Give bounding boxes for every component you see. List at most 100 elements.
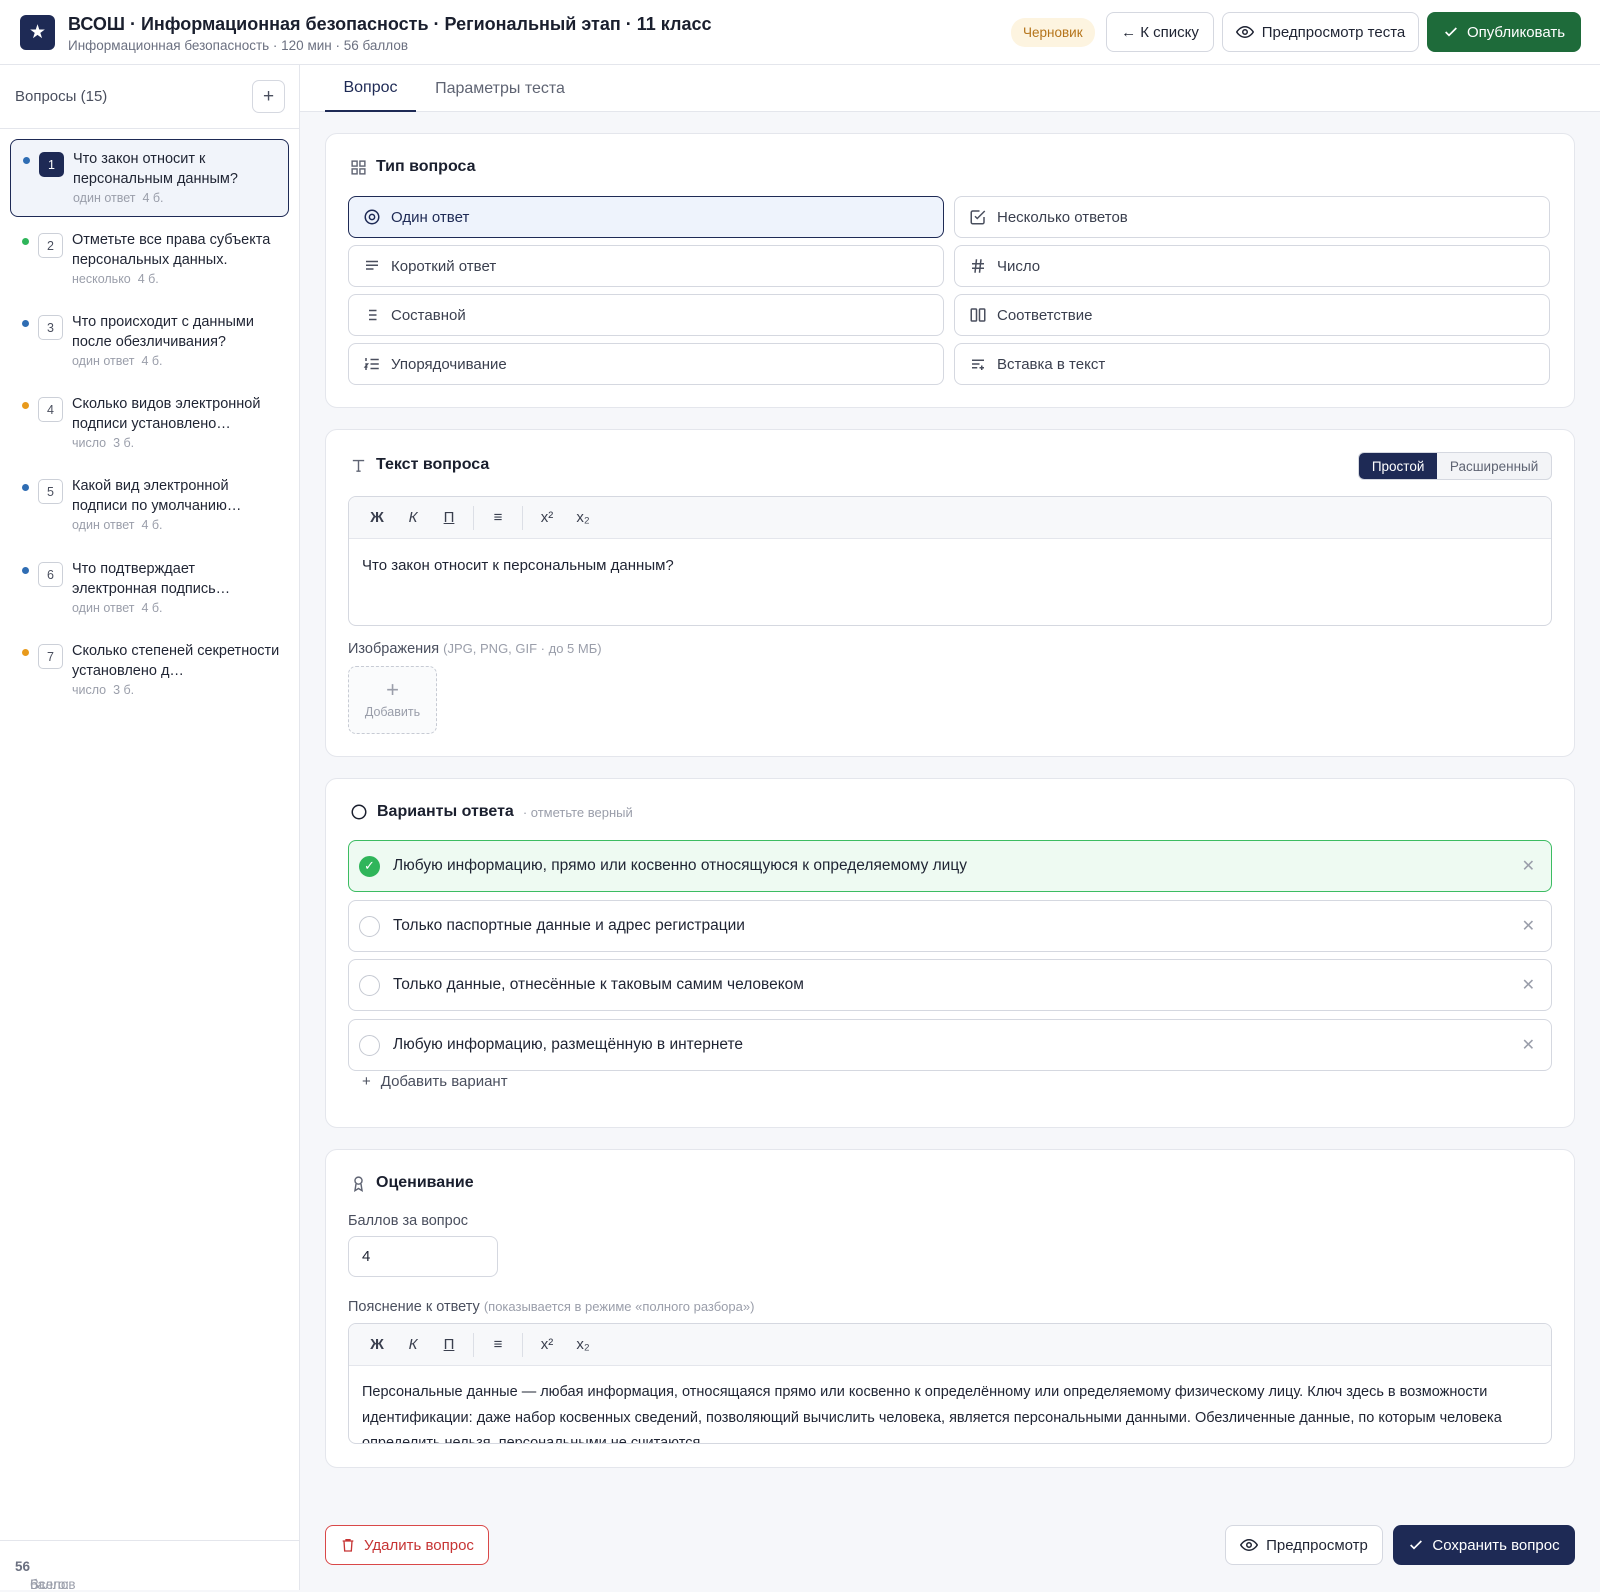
- question-title: Сколько видов электронной подписи устано…: [72, 396, 261, 432]
- question-meta: один ответ 4 б.: [72, 518, 163, 532]
- type-dot: [22, 402, 29, 409]
- superscript-button[interactable]: x²: [529, 1330, 565, 1360]
- eye-icon: [1240, 1538, 1259, 1552]
- subscript-button[interactable]: x₂: [565, 1330, 601, 1360]
- points-input[interactable]: [348, 1236, 498, 1277]
- editor-toolbar: Ж К П ≡ x² x₂: [349, 1324, 1551, 1366]
- question-number: 4: [38, 397, 63, 422]
- tab-question[interactable]: Вопрос: [325, 65, 416, 112]
- add-image-button[interactable]: + Добавить: [348, 666, 437, 734]
- publish-button[interactable]: Опубликовать: [1427, 12, 1581, 52]
- question-list-item[interactable]: 2 Отметьте все права субъекта персональн…: [10, 221, 289, 299]
- superscript-button[interactable]: x²: [529, 503, 565, 533]
- remove-answer-icon[interactable]: ✕: [1522, 916, 1535, 936]
- type-option-compound[interactable]: Составной: [348, 294, 944, 336]
- question-meta: число 3 б.: [72, 436, 135, 450]
- remove-answer-icon[interactable]: ✕: [1522, 1035, 1535, 1055]
- list-button[interactable]: ≡: [480, 1330, 516, 1360]
- delete-label: Удалить вопрос: [364, 1536, 474, 1554]
- answers-heading: Варианты ответа · отметьте верный: [350, 803, 633, 821]
- correct-check-icon[interactable]: ✓: [359, 855, 380, 877]
- type-option-insert[interactable]: Вставка в текст: [954, 343, 1550, 385]
- plus-icon: +: [262, 85, 275, 107]
- toolbar-divider: [473, 505, 474, 530]
- plus-icon: +: [362, 1073, 371, 1090]
- answer-text[interactable]: Любую информацию, прямо или косвенно отн…: [393, 857, 967, 875]
- bold-button[interactable]: Ж: [359, 1330, 395, 1360]
- question-meta: несколько 4 б.: [72, 272, 159, 286]
- award-icon: [354, 1175, 363, 1192]
- question-number: 7: [38, 644, 63, 669]
- list-icon: [369, 309, 377, 321]
- bold-button[interactable]: Ж: [359, 503, 395, 533]
- question-list-item[interactable]: 3 Что происходит с данными после обезлич…: [10, 303, 289, 381]
- star-logo-icon: ★: [20, 15, 55, 50]
- question-meta: один ответ 4 б.: [72, 354, 163, 368]
- answer-radio[interactable]: [359, 974, 380, 996]
- save-label: Сохранить вопрос: [1432, 1536, 1560, 1554]
- mode-advanced-button[interactable]: Расширенный: [1437, 453, 1551, 479]
- question-number: 6: [38, 562, 63, 587]
- question-list-item[interactable]: 7 Сколько степеней секретности установле…: [10, 632, 289, 710]
- question-text-card: Текст вопроса Простой Расширенный Ж К П …: [325, 429, 1575, 757]
- italic-button[interactable]: К: [395, 1330, 431, 1360]
- publish-label: Опубликовать: [1466, 23, 1566, 41]
- type-option-number[interactable]: Число: [954, 245, 1550, 287]
- subscript-button[interactable]: x₂: [565, 503, 601, 533]
- answer-option[interactable]: ✓ Любую информацию, прямо или косвенно о…: [348, 840, 1552, 892]
- mode-simple-button[interactable]: Простой: [1359, 453, 1438, 479]
- list-button[interactable]: ≡: [480, 503, 516, 533]
- add-answer-label: Добавить вариант: [380, 1073, 508, 1090]
- grading-card: Оценивание Баллов за вопрос Пояснение к …: [325, 1149, 1575, 1468]
- hash-icon: [972, 259, 984, 273]
- answer-option[interactable]: Любую информацию, размещённую в интернет…: [348, 1019, 1552, 1071]
- delete-question-button[interactable]: Удалить вопрос: [325, 1525, 489, 1565]
- checkbox-icon: [970, 210, 986, 225]
- underline-button[interactable]: П: [431, 503, 467, 533]
- explanation-editor: Ж К П ≡ x² x₂ Персональные данные — люба…: [348, 1323, 1552, 1444]
- save-question-button[interactable]: Сохранить вопрос: [1393, 1525, 1575, 1565]
- answer-radio[interactable]: [359, 1034, 380, 1056]
- editor-toolbar: Ж К П ≡ x² x₂: [349, 497, 1551, 539]
- type-option-single[interactable]: Один ответ: [348, 196, 944, 238]
- insert-text-icon: [972, 359, 984, 370]
- add-image-label: Добавить: [364, 705, 421, 719]
- remove-answer-icon[interactable]: ✕: [1522, 975, 1535, 995]
- answer-radio[interactable]: [359, 915, 380, 937]
- question-list-item[interactable]: 1 Что закон относит к персональным данны…: [10, 139, 289, 217]
- answer-option[interactable]: Только паспортные данные и адрес регистр…: [348, 900, 1552, 952]
- question-text-input[interactable]: Что закон относит к персональным данным?: [349, 539, 1551, 593]
- type-option-matching[interactable]: Соответствие: [954, 294, 1550, 336]
- radio-target-icon: [364, 209, 380, 225]
- preview-test-button[interactable]: Предпросмотр теста: [1222, 12, 1419, 52]
- preview-button[interactable]: Предпросмотр: [1225, 1525, 1383, 1565]
- question-list-item[interactable]: 6 Что подтверждает электронная подпись… …: [10, 550, 289, 628]
- answer-option[interactable]: Только данные, отнесённые к таковым сами…: [348, 959, 1552, 1011]
- type-option-short[interactable]: Короткий ответ: [348, 245, 944, 287]
- question-number: 1: [39, 152, 64, 177]
- explanation-input[interactable]: Персональные данные — любая информация, …: [349, 1366, 1551, 1443]
- question-type-heading: Тип вопроса: [350, 158, 476, 176]
- total-points: Всего: 56 баллов: [15, 1559, 76, 1592]
- add-question-button[interactable]: +: [252, 80, 285, 113]
- type-option-ordering[interactable]: Упорядочивание: [348, 343, 944, 385]
- add-answer-button[interactable]: + Добавить вариант: [362, 1073, 508, 1090]
- remove-answer-icon[interactable]: ✕: [1522, 856, 1535, 876]
- text-t-icon: [352, 459, 365, 472]
- question-title: Отметьте все права субъекта персональных…: [72, 232, 271, 268]
- question-list-item[interactable]: 5 Какой вид электронной подписи по умолч…: [10, 467, 289, 545]
- type-dot: [22, 320, 29, 327]
- type-option-multiple[interactable]: Несколько ответов: [954, 196, 1550, 238]
- question-list-item[interactable]: 4 Сколько видов электронной подписи уста…: [10, 385, 289, 463]
- question-meta: число 3 б.: [72, 683, 135, 697]
- underline-button[interactable]: П: [431, 1330, 467, 1360]
- type-dot: [22, 484, 29, 491]
- back-to-list-button[interactable]: ← К списку: [1106, 12, 1214, 52]
- answer-text[interactable]: Только данные, отнесённые к таковым сами…: [393, 976, 804, 994]
- answer-text[interactable]: Любую информацию, размещённую в интернет…: [393, 1036, 743, 1054]
- answer-text[interactable]: Только паспортные данные и адрес регистр…: [393, 917, 745, 935]
- ordered-list-icon: [363, 358, 379, 370]
- type-dot: [22, 567, 29, 574]
- italic-button[interactable]: К: [395, 503, 431, 533]
- tab-test-settings[interactable]: Параметры теста: [426, 65, 574, 112]
